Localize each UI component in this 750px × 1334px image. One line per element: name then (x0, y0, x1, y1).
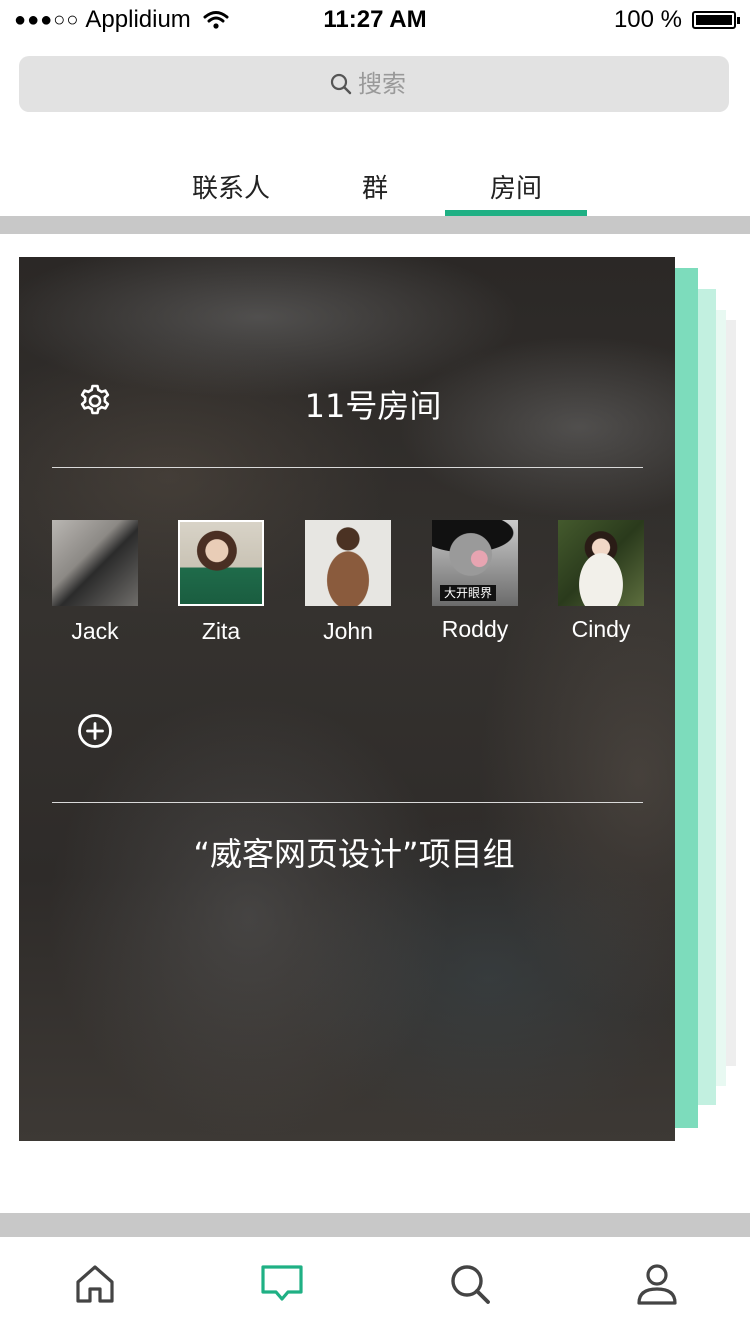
tab-rooms[interactable]: 房间 (445, 168, 587, 205)
room-description: “威客网页设计”项目组 (193, 835, 515, 873)
avatar (305, 520, 391, 606)
card-divider (52, 467, 643, 468)
avatar (178, 520, 264, 606)
section-divider (0, 216, 750, 234)
member-name: Roddy (441, 616, 509, 642)
avatar: 大开眼界 (432, 520, 518, 606)
search-bar[interactable] (19, 56, 729, 112)
battery-icon (692, 11, 740, 29)
tab-groups[interactable]: 群 (340, 168, 410, 205)
tab-contacts[interactable]: 联系人 (180, 168, 282, 205)
tab-bar: 联系人 群 房间 (0, 160, 750, 216)
member-cindy[interactable]: Cindy (558, 520, 644, 642)
member-name: Jack (71, 618, 119, 644)
user-icon[interactable] (635, 1262, 679, 1306)
search-icon (330, 73, 352, 95)
status-right: 100 % (613, 6, 740, 34)
member-john[interactable]: John (305, 520, 391, 644)
home-icon[interactable] (73, 1262, 117, 1306)
search-icon[interactable] (448, 1262, 492, 1306)
stacked-card-shadow[interactable] (675, 268, 698, 1128)
stacked-card-shadow (716, 310, 726, 1086)
add-circle-icon[interactable] (77, 713, 113, 749)
message-icon[interactable] (260, 1262, 304, 1306)
bottom-nav (0, 1237, 750, 1334)
member-zita[interactable]: Zita (178, 520, 264, 644)
nav-divider (0, 1213, 750, 1237)
search-input[interactable] (358, 70, 418, 98)
battery-percent: 100 % (613, 6, 682, 33)
card-divider (52, 802, 643, 803)
room-card[interactable]: 11号房间 Jack Zita John 大开眼界 Roddy Cindy “威… (19, 257, 675, 1141)
member-name: John (323, 618, 373, 644)
avatar (558, 520, 644, 606)
stacked-card-shadow (726, 320, 736, 1066)
avatar (52, 520, 138, 606)
member-roddy[interactable]: 大开眼界 Roddy (432, 520, 518, 642)
room-title: 11号房间 (304, 387, 442, 425)
stacked-card-shadow (698, 289, 716, 1105)
avatar-caption: 大开眼界 (440, 585, 497, 601)
member-name: Zita (201, 618, 241, 644)
member-jack[interactable]: Jack (52, 520, 138, 644)
member-name: Cindy (571, 616, 631, 642)
status-bar: ●●●○○ Applidium 11:27 AM 100 % (0, 0, 750, 40)
